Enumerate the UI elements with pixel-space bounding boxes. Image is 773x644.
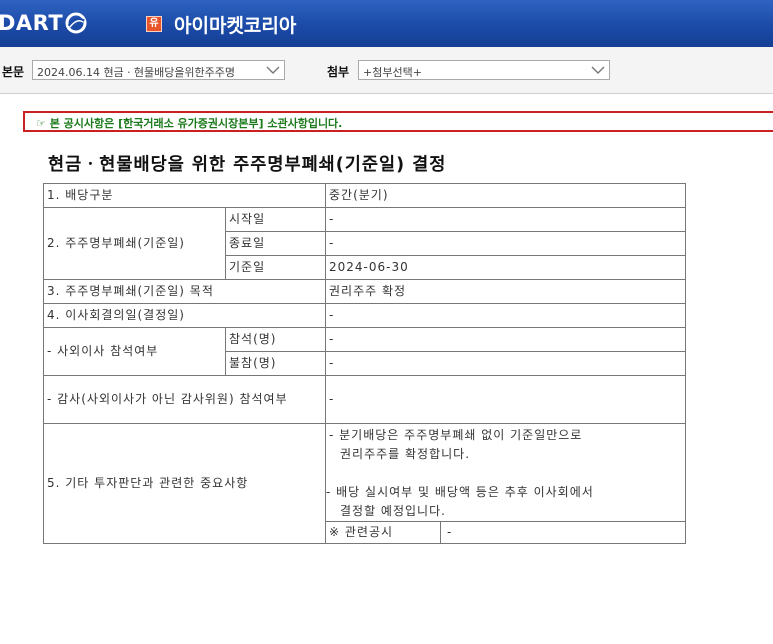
row-label: 2. 주주명부폐쇄(기준일) xyxy=(43,207,226,280)
sub-label: 참석(명) xyxy=(225,327,326,352)
row-value: - xyxy=(325,351,686,376)
related-disclosure-label: ※ 관련공시 xyxy=(326,522,441,543)
sub-label: 불참(명) xyxy=(225,351,326,376)
attach-select[interactable]: +첨부선택+ xyxy=(358,60,610,80)
remark-line: - 배당 실시여부 및 배당액 등은 추후 이사회에서 xyxy=(326,485,594,499)
document-area: ☞ 본 공시사항은 [한국거래소 유가증권시장본부] 소관사항입니다. 현금ㆍ현… xyxy=(0,95,773,644)
row-value: 권리주주 확정 xyxy=(325,279,686,304)
company-name: 아이마켓코리아 xyxy=(174,15,297,37)
row-value-cell: - 분기배당은 주주명부폐쇄 없이 기준일만으로 권리주주를 확정합니다. - … xyxy=(325,423,686,544)
chevron-down-icon xyxy=(266,66,280,74)
sub-label: 기준일 xyxy=(225,255,326,280)
row-value: - xyxy=(325,231,686,256)
sub-label: 종료일 xyxy=(225,231,326,256)
market-badge: 유 xyxy=(146,16,162,32)
table-row: 3. 주주명부폐쇄(기준일) 목적 권리주주 확정 xyxy=(43,279,686,304)
related-disclosure-row: ※ 관련공시 - xyxy=(326,521,685,543)
row-value: - xyxy=(325,303,686,328)
related-disclosure-value: - xyxy=(447,525,453,539)
header-bar: DART 유 아이마켓코리아 xyxy=(0,0,773,47)
row-value: 중간(분기) xyxy=(325,183,686,208)
sub-label: 시작일 xyxy=(225,207,326,232)
row-label: - 사외이사 참석여부 xyxy=(43,327,226,376)
notice-box: ☞ 본 공시사항은 [한국거래소 유가증권시장본부] 소관사항입니다. xyxy=(23,111,773,132)
dart-logo[interactable]: DART xyxy=(0,7,87,39)
row-value: - xyxy=(325,207,686,232)
table-row: - 감사(사외이사가 아닌 감사위원) 참석여부 - xyxy=(43,375,686,424)
table-row: 1. 배당구분 중간(분기) xyxy=(43,183,686,208)
table-row: 2. 주주명부폐쇄(기준일) 시작일 - xyxy=(43,207,686,280)
dart-logo-text: DART xyxy=(0,11,64,35)
row-label: 1. 배당구분 xyxy=(43,183,326,208)
table-row: 4. 이사회결의일(결정일) - xyxy=(43,303,686,328)
attach-label: 첨부 xyxy=(327,65,350,79)
chevron-down-icon xyxy=(591,66,605,74)
remark-line: 결정할 예정입니다. xyxy=(340,504,446,518)
row-label: 4. 이사회결의일(결정일) xyxy=(43,303,326,328)
row-value: - xyxy=(325,327,686,352)
table-row: 5. 기타 투자판단과 관련한 중요사항 - 분기배당은 주주명부폐쇄 없이 기… xyxy=(43,423,686,544)
remarks-text: - 분기배당은 주주명부폐쇄 없이 기준일만으로 권리주주를 확정합니다. - … xyxy=(326,424,685,521)
dart-swirl-icon xyxy=(65,12,87,34)
row-value: - xyxy=(325,375,686,424)
row-value: 2024-06-30 xyxy=(325,255,686,280)
row-label: 3. 주주명부폐쇄(기준일) 목적 xyxy=(43,279,326,304)
toolbar: 본문 2024.06.14 현금ㆍ현물배당을위한주주명 첨부 +첨부선택+ xyxy=(0,47,773,94)
disclosure-table: 1. 배당구분 중간(분기) 2. 주주명부폐쇄(기준일) 시작일 - 종료일 … xyxy=(43,183,686,544)
body-select[interactable]: 2024.06.14 현금ㆍ현물배당을위한주주명 xyxy=(32,60,285,80)
body-label: 본문 xyxy=(2,65,25,79)
body-select-value: 2024.06.14 현금ㆍ현물배당을위한주주명 xyxy=(37,66,236,79)
remark-line: 권리주주를 확정합니다. xyxy=(340,447,471,461)
document-title: 현금ㆍ현물배당을 위한 주주명부폐쇄(기준일) 결정 xyxy=(48,155,447,175)
attach-select-value: +첨부선택+ xyxy=(363,66,422,79)
row-label: 5. 기타 투자판단과 관련한 중요사항 xyxy=(43,423,326,544)
row-label: - 감사(사외이사가 아닌 감사위원) 참석여부 xyxy=(43,375,326,424)
table-row: - 사외이사 참석여부 참석(명) - xyxy=(43,327,686,376)
remark-line: - 분기배당은 주주명부폐쇄 없이 기준일만으로 xyxy=(329,428,583,442)
